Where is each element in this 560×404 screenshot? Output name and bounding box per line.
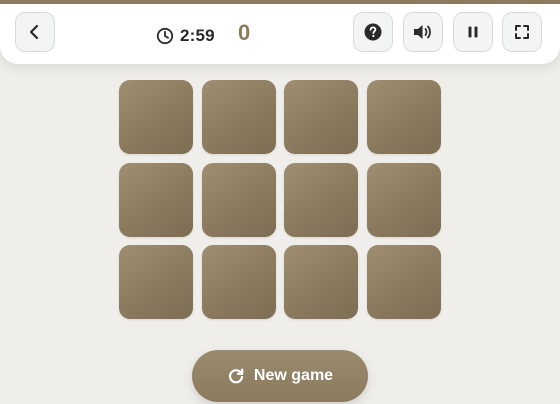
- score-value: 0: [238, 20, 251, 45]
- memory-card[interactable]: [119, 80, 193, 154]
- fullscreen-button[interactable]: [502, 12, 542, 52]
- pause-icon: [468, 26, 478, 38]
- memory-card[interactable]: [284, 162, 358, 237]
- top-bar: 2:59 0: [0, 0, 560, 64]
- refresh-icon: [228, 368, 244, 384]
- chevron-left-icon: [29, 24, 39, 40]
- back-button[interactable]: [15, 12, 55, 52]
- new-game-label: New game: [253, 367, 334, 384]
- sound-button[interactable]: [403, 12, 443, 52]
- memory-card[interactable]: [201, 245, 276, 319]
- memory-card[interactable]: [201, 80, 276, 154]
- memory-card[interactable]: [366, 162, 441, 237]
- card-grid: [119, 80, 441, 319]
- memory-card[interactable]: [119, 245, 193, 319]
- help-button[interactable]: [353, 12, 393, 52]
- timer-value: 2:59: [180, 26, 215, 45]
- clock-icon: [156, 27, 174, 45]
- question-icon: [364, 23, 382, 41]
- memory-card[interactable]: [119, 162, 193, 237]
- memory-card[interactable]: [284, 80, 358, 154]
- fullscreen-icon: [515, 25, 529, 39]
- new-game-button[interactable]: New game: [192, 350, 368, 402]
- memory-card[interactable]: [201, 162, 276, 237]
- memory-card[interactable]: [284, 245, 358, 319]
- memory-card[interactable]: [366, 80, 441, 154]
- memory-card[interactable]: [366, 245, 441, 319]
- pause-button[interactable]: [453, 12, 493, 52]
- speaker-icon: [414, 25, 431, 39]
- timer: 2:59: [156, 24, 215, 48]
